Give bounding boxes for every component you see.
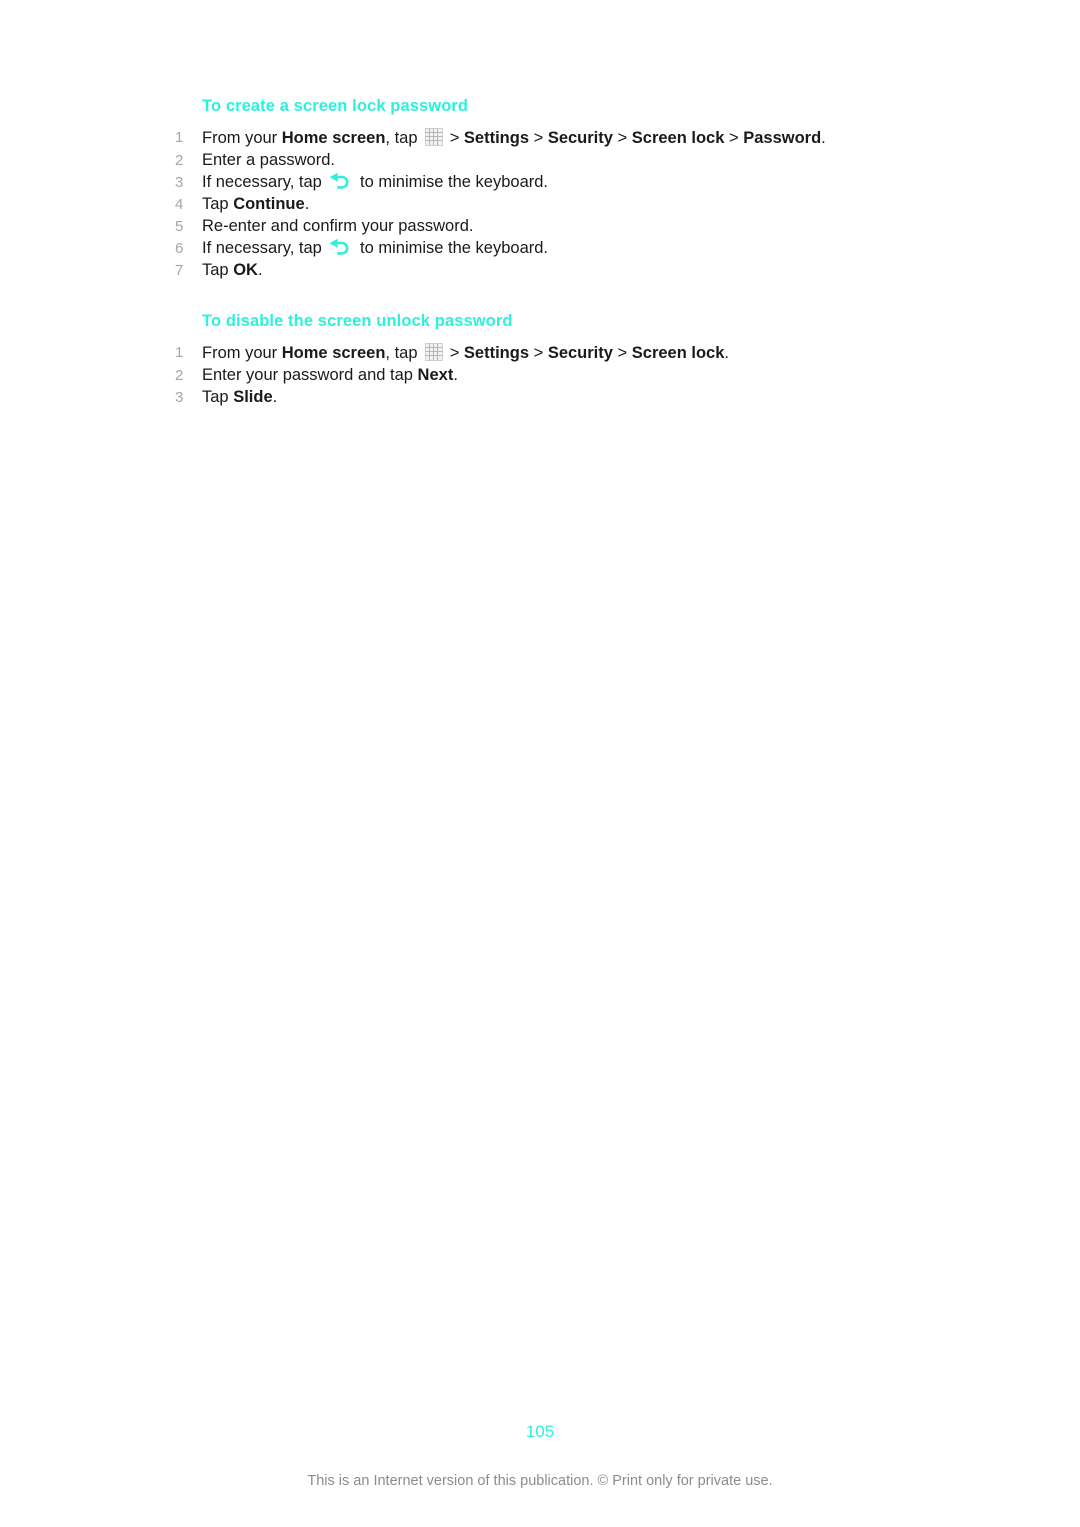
plain-text: Tap [202, 387, 234, 406]
step-item: Tap Slide. [175, 387, 895, 409]
plain-text: . [304, 195, 310, 213]
emphasis-term: Screen lock [631, 343, 725, 362]
plain-text: Tap [202, 261, 234, 279]
step-text: Enter a password. [202, 151, 335, 169]
step-item: Tap OK. [175, 260, 895, 282]
plain-text: , tap [385, 129, 423, 147]
emphasis-term: Security [547, 129, 613, 147]
emphasis-term: Password [743, 129, 822, 147]
step-text: Re-enter and confirm your password. [202, 217, 473, 235]
step-text: If necessary, tap to minimise the keyboa… [202, 238, 549, 258]
step-text: Tap Slide. [202, 388, 277, 406]
section-heading: To create a screen lock password [202, 97, 469, 115]
plain-text: to minimise the keyboard. [355, 173, 549, 191]
emphasis-term: Settings [463, 129, 530, 147]
step-list: From your Home screen, tap > Settings > … [175, 342, 895, 409]
plain-text: > [612, 343, 632, 362]
sections-container: To create a screen lock password From you… [175, 96, 895, 408]
plain-text: Enter your password and tap [202, 365, 418, 384]
emphasis-term: Screen lock [631, 129, 725, 147]
step-item: If necessary, tap to minimise the keyboa… [175, 238, 895, 260]
plain-text: If necessary, tap [202, 173, 327, 191]
step-item: If necessary, tap to minimise the keyboa… [175, 172, 895, 194]
plain-text: , tap [385, 343, 423, 362]
step-item: Tap Continue. [175, 194, 895, 216]
emphasis-term: Home screen [281, 129, 386, 147]
instruction-section: To create a screen lock password From you… [175, 96, 895, 282]
emphasis-term: OK [233, 261, 258, 279]
section-heading: To disable the screen unlock password [202, 311, 513, 330]
plain-text: . [453, 365, 458, 384]
footer-copyright-note: This is an Internet version of this publ… [307, 1473, 773, 1489]
plain-text: . [257, 261, 263, 279]
page-content: To create a screen lock password From you… [175, 96, 895, 409]
document-page: To create a screen lock password From you… [0, 0, 1080, 1527]
emphasis-term: Security [547, 343, 613, 362]
plain-text: > [612, 129, 632, 147]
plain-text: . [724, 343, 729, 362]
plain-text: > [445, 343, 464, 362]
back-arrow-icon [328, 238, 352, 258]
emphasis-term: Settings [463, 343, 530, 362]
step-text: From your Home screen, tap > Settings > … [202, 127, 826, 147]
step-text: If necessary, tap to minimise the keyboa… [202, 172, 549, 192]
plain-text: > [529, 129, 548, 147]
step-item: From your Home screen, tap > Settings > … [175, 127, 895, 150]
plain-text: From your [202, 343, 282, 362]
back-arrow-icon [328, 172, 352, 192]
step-item: Enter a password. [175, 150, 895, 172]
app-drawer-grid-icon [425, 127, 444, 147]
plain-text: > [529, 343, 548, 362]
step-text: Enter your password and tap Next. [202, 366, 458, 384]
plain-text: Re-enter and confirm your password. [202, 217, 474, 235]
step-list: From your Home screen, tap > Settings > … [175, 127, 895, 282]
plain-text: . [821, 129, 826, 147]
plain-text: From your [202, 129, 282, 147]
emphasis-term: Next [417, 365, 454, 384]
emphasis-term: Continue [233, 195, 305, 213]
step-item: From your Home screen, tap > Settings > … [175, 342, 895, 365]
emphasis-term: Slide [233, 387, 273, 406]
plain-text: > [445, 129, 464, 147]
step-text: Tap Continue. [202, 195, 309, 213]
step-item: Re-enter and confirm your password. [175, 216, 895, 238]
step-item: Enter your password and tap Next. [175, 365, 895, 387]
app-drawer-grid-icon [425, 342, 444, 362]
plain-text: If necessary, tap [202, 239, 327, 257]
page-number: 105 [525, 1422, 555, 1441]
plain-text: > [724, 129, 744, 147]
step-text: Tap OK. [202, 261, 263, 279]
emphasis-term: Home screen [281, 343, 386, 362]
plain-text: . [272, 387, 278, 406]
step-text: From your Home screen, tap > Settings > … [202, 342, 729, 362]
instruction-section: To disable the screen unlock password Fro… [175, 311, 895, 409]
plain-text: Enter a password. [202, 151, 335, 169]
plain-text: Tap [202, 195, 234, 213]
plain-text: to minimise the keyboard. [355, 239, 549, 257]
